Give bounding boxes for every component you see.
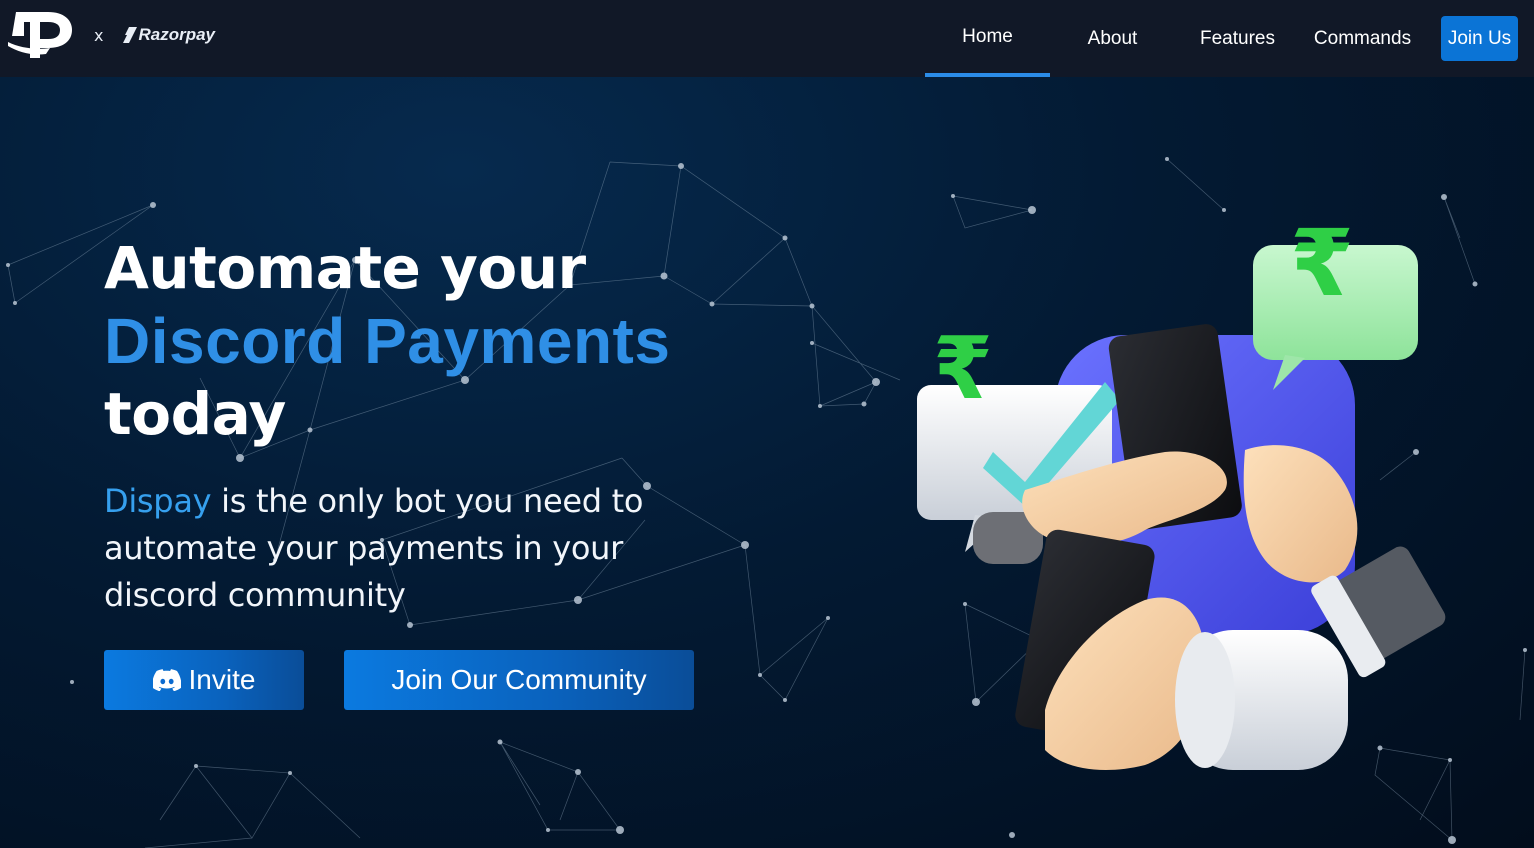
nav-features[interactable]: Features [1175, 0, 1300, 77]
join-community-button[interactable]: Join Our Community [344, 650, 694, 710]
razorpay-logo: Razorpay [123, 25, 215, 45]
hero-title-line3: today [104, 380, 286, 448]
nav-about[interactable]: About [1050, 0, 1175, 77]
hero-title-accent: Discord Payments [104, 305, 671, 377]
rupee-icon: ₹ [933, 319, 993, 419]
nav-about-label: About [1087, 27, 1138, 49]
invite-button[interactable]: Invite [104, 650, 304, 710]
hero-title: Automate your Discord Payments today [104, 232, 670, 451]
discord-icon [152, 669, 181, 691]
nav-commands[interactable]: Commands [1300, 0, 1425, 77]
white-cuff [1175, 630, 1348, 770]
rupee-icon: ₹ [1290, 210, 1354, 317]
nav-features-label: Features [1200, 27, 1275, 49]
hero-brand-word: Dispay [104, 482, 212, 520]
payment-illustration: ₹ ₹ [917, 210, 1446, 770]
invite-label: Invite [188, 664, 256, 695]
razorpay-logo-icon [123, 27, 138, 43]
dispay-logo-icon [8, 12, 72, 58]
navbar: x Razorpay Home About Features Commands … [0, 0, 1534, 77]
nav-home[interactable]: Home [925, 0, 1050, 77]
razorpay-name: Razorpay [138, 25, 215, 44]
nav-links: Home About Features Commands Join Us [925, 0, 1534, 77]
join-us-button[interactable]: Join Us [1441, 16, 1518, 61]
nav-home-label: Home [962, 25, 1013, 47]
brand-separator: x [94, 25, 104, 45]
hero-title-line1: Automate your [104, 234, 586, 302]
hero-subtitle: Dispay is the only bot you need to autom… [104, 478, 744, 619]
nav-commands-label: Commands [1313, 27, 1412, 49]
brand[interactable]: x Razorpay [6, 8, 215, 62]
